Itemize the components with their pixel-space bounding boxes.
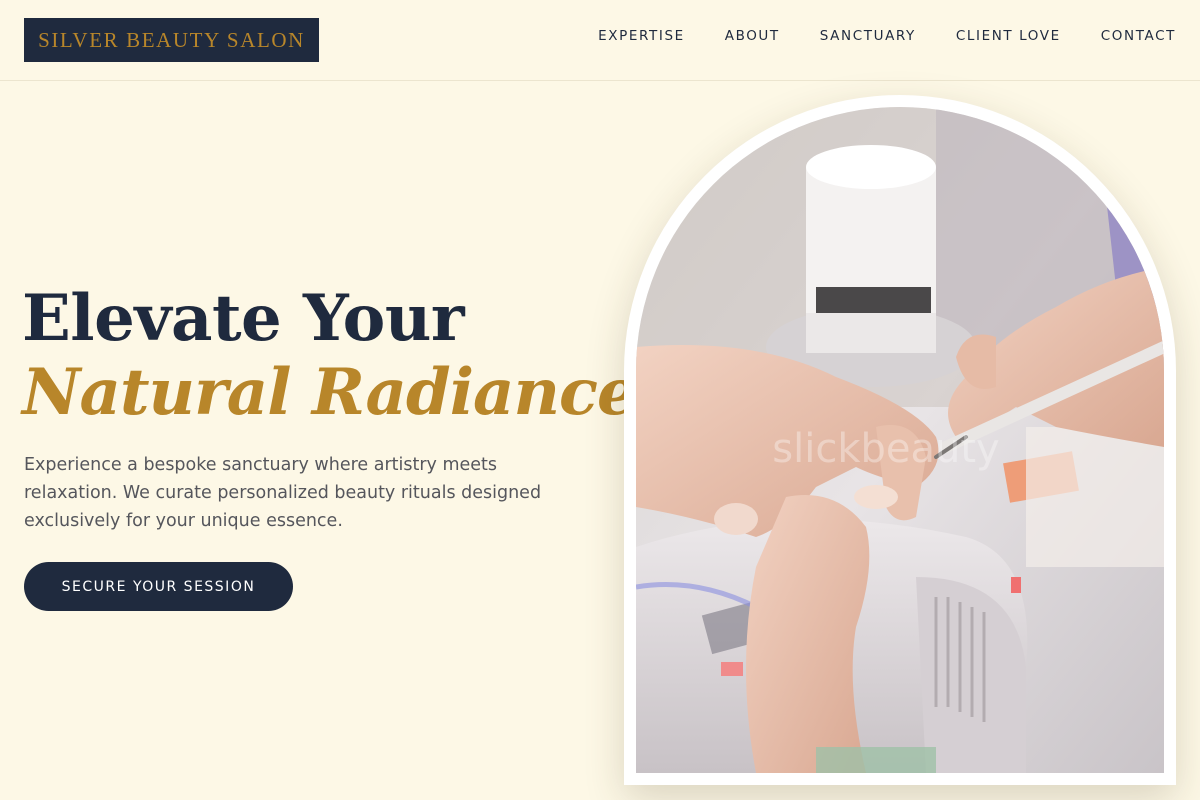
hero-title-line1: Elevate Your (22, 281, 465, 356)
hero-image-frame: slickbeauty (624, 95, 1176, 785)
manicure-illustration: slickbeauty (636, 107, 1164, 773)
nav-link-about[interactable]: ABOUT (725, 28, 780, 44)
image-watermark: slickbeauty (772, 426, 999, 472)
nav-link-client-love[interactable]: CLIENT LOVE (956, 28, 1061, 44)
nav-link-sanctuary[interactable]: SANCTUARY (820, 28, 916, 44)
cta-label: SECURE YOUR SESSION (61, 578, 256, 595)
main-nav: EXPERTISE ABOUT SANCTUARY CLIENT LOVE CO… (598, 28, 1176, 44)
nav-link-expertise[interactable]: EXPERTISE (598, 28, 685, 44)
hero-headline: Elevate Your Natural Radiance (22, 281, 638, 430)
manicure-photo: slickbeauty (636, 107, 1164, 773)
secure-session-button[interactable]: SECURE YOUR SESSION (24, 562, 293, 611)
nav-link-contact[interactable]: CONTACT (1101, 28, 1176, 44)
site-header: SILVER BEAUTY SALON EXPERTISE ABOUT SANC… (0, 0, 1200, 81)
hero-title-line2: Natural Radiance (22, 355, 638, 430)
brand-name: SILVER BEAUTY SALON (38, 27, 305, 52)
hero-subtitle: Experience a bespoke sanctuary where art… (24, 455, 542, 531)
brand-logo[interactable]: SILVER BEAUTY SALON (24, 18, 319, 62)
